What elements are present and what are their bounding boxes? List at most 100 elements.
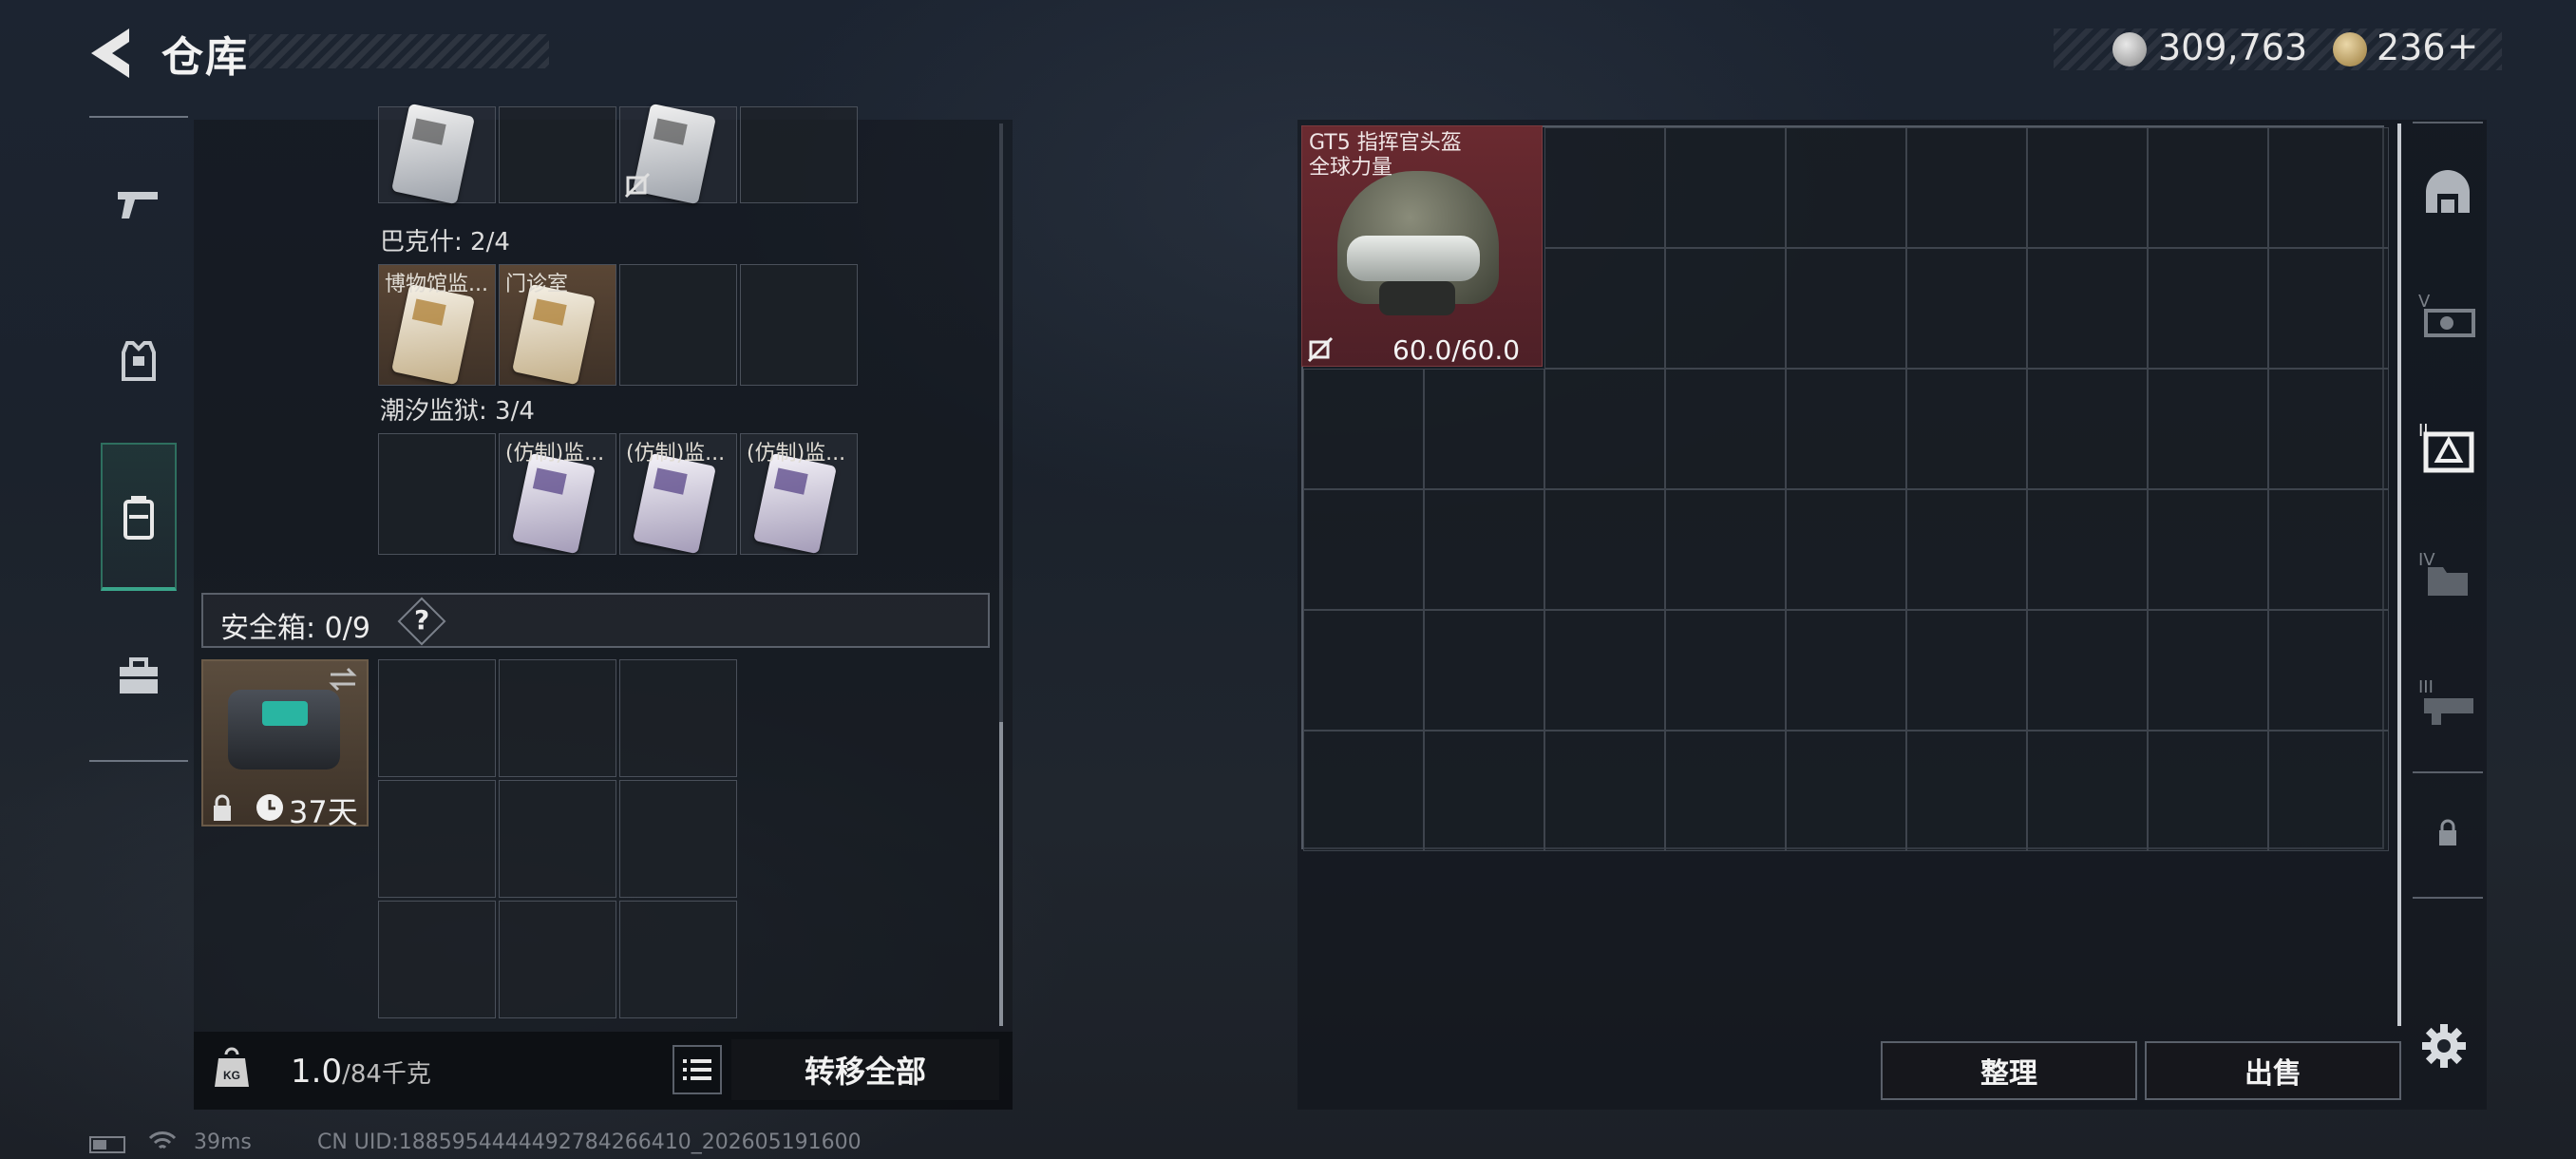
nav-divider [89,116,188,118]
stash-slot[interactable] [2268,127,2389,248]
stash-slot[interactable] [2027,610,2148,731]
stash-slot[interactable] [1544,369,1665,489]
stash-slot[interactable] [1786,248,1906,369]
stash-slot[interactable] [2148,248,2268,369]
stash-slot[interactable] [1665,369,1786,489]
backpack-scroll-thumb[interactable] [999,722,1003,1026]
stash-slot[interactable] [1786,127,1906,248]
safe-box-grid [378,659,741,1022]
stash-tab-iv[interactable]: IV [2413,540,2483,610]
stash-slot[interactable] [2027,731,2148,851]
stash-slot[interactable] [2027,127,2148,248]
stash-slot[interactable] [1303,610,1424,731]
stash-slot[interactable] [2148,489,2268,610]
back-arrow-icon[interactable] [87,27,137,80]
stash-slot[interactable] [1665,248,1786,369]
safe-slot[interactable] [619,901,737,1018]
swap-icon[interactable] [327,665,359,694]
stash-slot[interactable] [2268,610,2389,731]
safe-slot[interactable] [499,659,616,777]
stash-slot[interactable] [1424,610,1544,731]
empty-slot[interactable] [378,433,496,555]
stash-slot[interactable] [1665,489,1786,610]
stash-tab-v[interactable]: V [2413,281,2483,352]
safe-box-label: 安全箱: 0/9 [220,612,370,645]
stash-slot[interactable] [1665,731,1786,851]
stash-slot[interactable] [1424,369,1544,489]
safe-slot[interactable] [619,659,737,777]
stash-tab-ii-selected[interactable]: II [2413,412,2483,483]
stash-slot[interactable] [2148,731,2268,851]
empty-slot[interactable] [619,264,737,386]
svg-text:V: V [2418,292,2431,312]
keycard-slot[interactable]: (仿制)监... [740,433,858,555]
keycard-slot[interactable]: (仿制)监... [499,433,616,555]
keycard-slot[interactable] [378,103,496,205]
stash-slot[interactable] [1544,248,1665,369]
empty-slot[interactable] [740,264,858,386]
stash-slot[interactable] [2027,248,2148,369]
stash-slot[interactable] [1544,610,1665,731]
stash-scroll-thumb[interactable] [2397,124,2401,1026]
stash-slot[interactable] [1906,248,2027,369]
organize-button[interactable]: 整理 [1881,1041,2137,1100]
stash-slot[interactable] [1303,489,1424,610]
stash-slot[interactable] [2268,731,2389,851]
stash-slot[interactable] [1665,610,1786,731]
gold-balance: 236 [2377,27,2446,68]
stash-tab-main[interactable] [2413,158,2483,228]
stash-slot[interactable] [1786,369,1906,489]
stash-slot[interactable] [1544,127,1665,248]
stash-slot[interactable] [1906,127,2027,248]
stash-slot[interactable] [1786,731,1906,851]
keycard-slot[interactable] [619,103,737,205]
list-view-button[interactable] [672,1045,722,1094]
stash-slot[interactable] [1786,489,1906,610]
stash-slot[interactable] [1906,369,2027,489]
safe-slot[interactable] [499,780,616,898]
stash-slot[interactable] [1906,731,2027,851]
gear-icon[interactable] [2422,1024,2466,1068]
stash-slot[interactable] [1906,610,2027,731]
safe-slot[interactable] [619,780,737,898]
stash-slot[interactable] [2148,127,2268,248]
lock-icon [214,794,231,821]
stash-slot[interactable] [1786,610,1906,731]
keycard-slot[interactable]: (仿制)监... [619,433,737,555]
stash-slot[interactable] [1906,489,2027,610]
keycard-slot[interactable]: 博物馆监... [378,264,496,386]
map-section-label: 巴克什: 2/4 [380,228,510,256]
add-currency-button[interactable]: + [2447,25,2479,68]
stash-tab-locked[interactable] [2413,798,2483,868]
stash-slot[interactable] [2148,369,2268,489]
safe-box-duration: 37天 [289,794,358,830]
stash-slot[interactable] [1544,731,1665,851]
stash-slot[interactable] [1424,731,1544,851]
nav-toolbox[interactable] [101,638,177,714]
safe-slot[interactable] [378,780,496,898]
sell-button[interactable]: 出售 [2145,1041,2401,1100]
stash-slot[interactable] [1424,489,1544,610]
nav-weapon[interactable] [101,165,177,241]
empty-slot[interactable] [499,106,616,203]
stash-tab-iii[interactable]: III [2413,667,2483,737]
stash-slot[interactable] [1665,127,1786,248]
safe-slot[interactable] [499,901,616,1018]
stash-slot[interactable] [2027,369,2148,489]
stash-slot[interactable] [2268,489,2389,610]
stash-slot[interactable] [2148,610,2268,731]
help-icon[interactable]: ? [414,604,429,636]
stash-slot[interactable] [2268,369,2389,489]
stash-slot[interactable] [1303,369,1424,489]
safe-slot[interactable] [378,659,496,777]
nav-equipment[interactable] [101,323,177,399]
empty-slot[interactable] [740,106,858,203]
stash-slot[interactable] [2268,248,2389,369]
nav-backpack[interactable] [101,479,177,555]
safe-slot[interactable] [378,901,496,1018]
transfer-all-button[interactable]: 转移全部 [731,1039,999,1100]
stash-slot[interactable] [2027,489,2148,610]
keycard-slot[interactable]: 门诊室 [499,264,616,386]
stash-slot[interactable] [1303,731,1424,851]
stash-slot[interactable] [1544,489,1665,610]
